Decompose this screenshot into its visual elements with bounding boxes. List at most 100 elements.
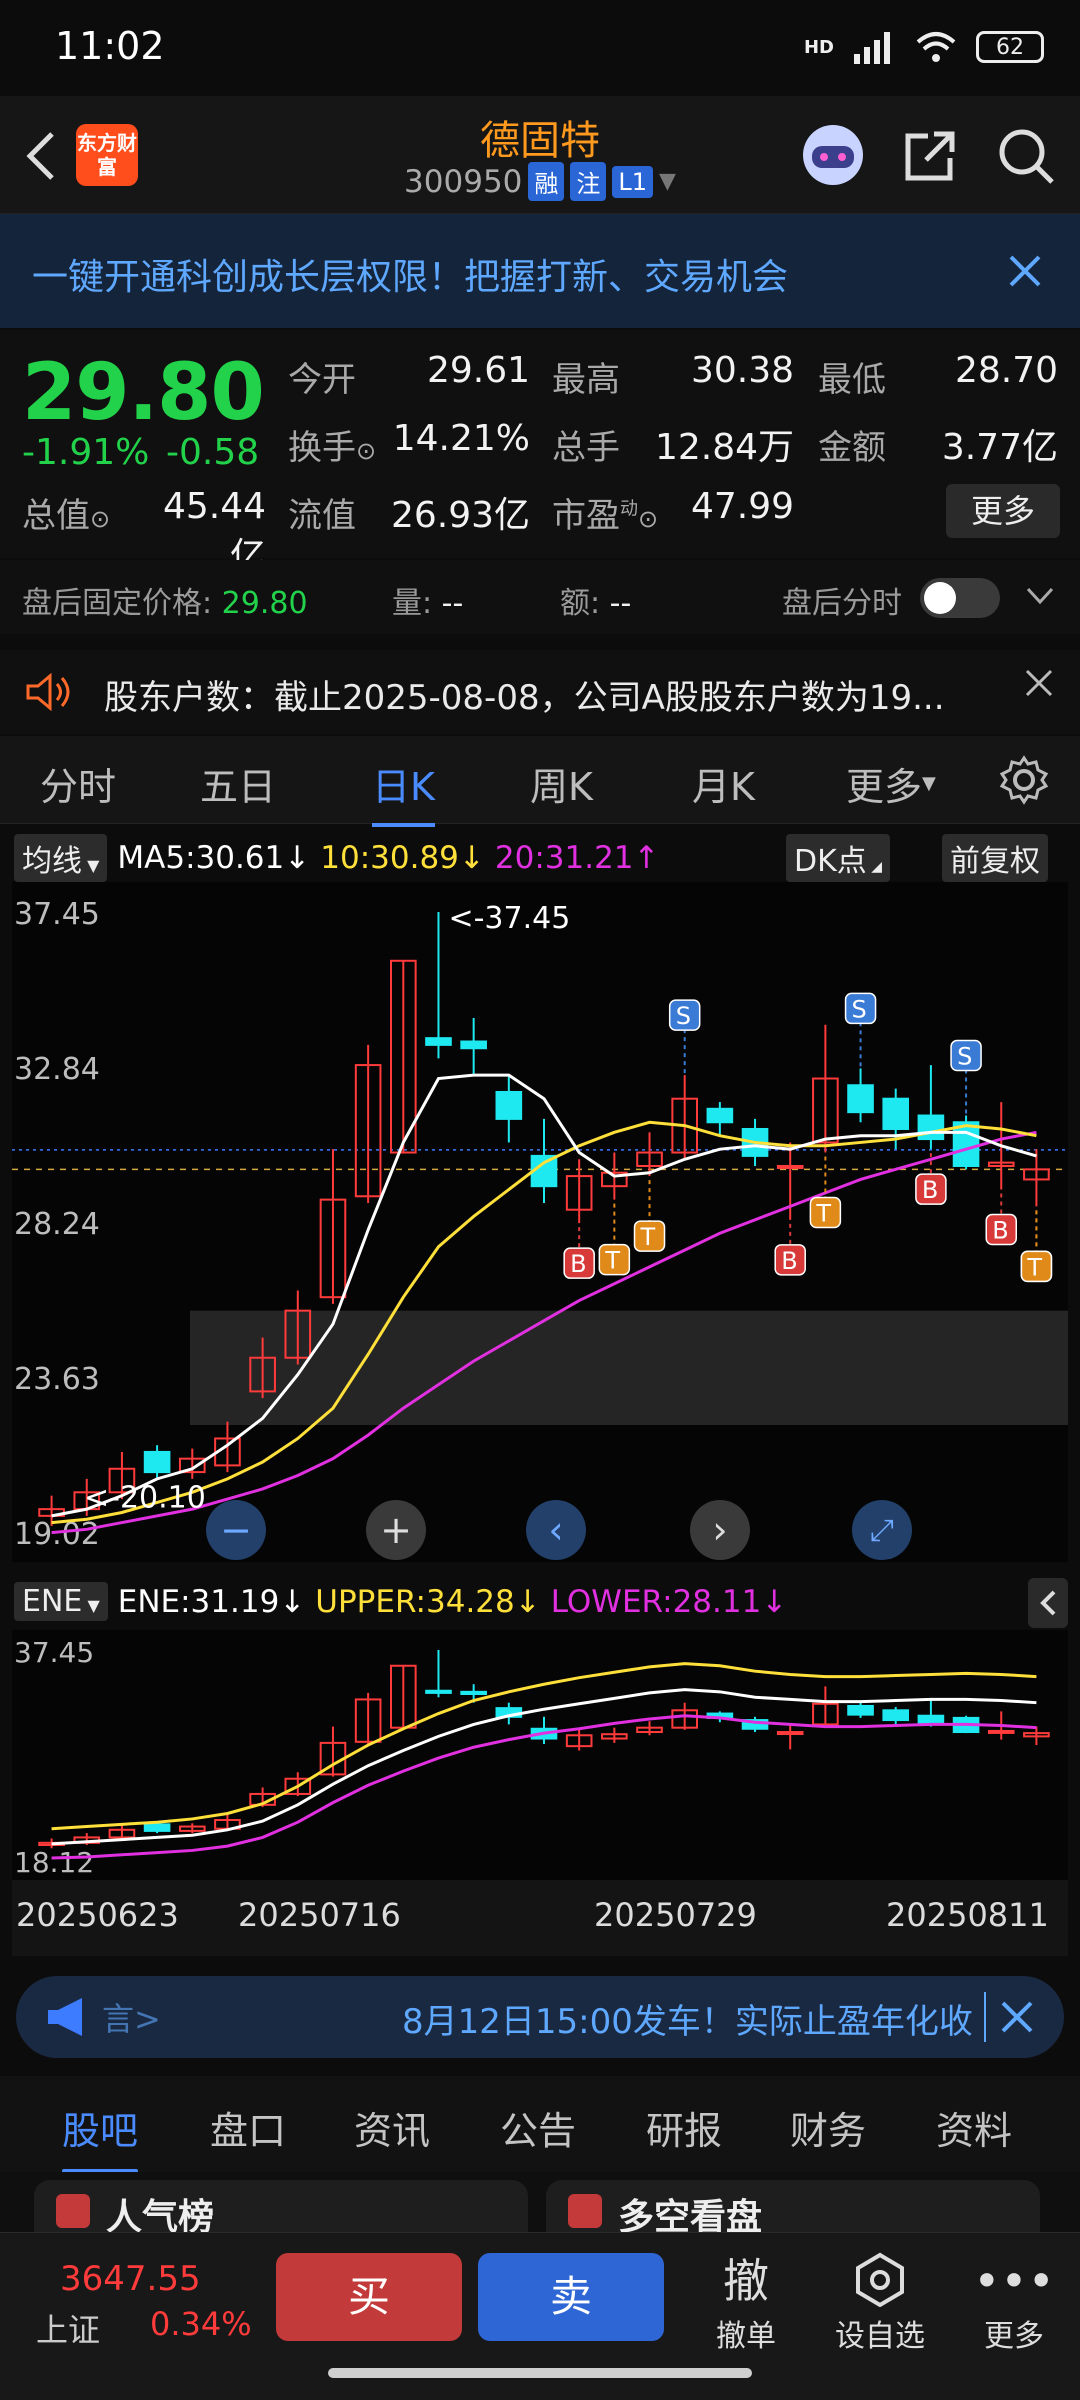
dropdown-icon: ▼: [922, 773, 936, 794]
date-axis: 20250623 20250716 20250729 20250811: [12, 1880, 1068, 1956]
candle: [776, 1164, 804, 1169]
tab-profile[interactable]: 资料: [936, 2100, 1012, 2155]
tab-five-day[interactable]: 五日: [200, 756, 276, 811]
y-axis-label: 32.84: [14, 1052, 100, 1087]
index-name: 上证: [36, 2311, 101, 2349]
y-axis-label: 28.24: [14, 1207, 100, 1242]
tab-daily-k[interactable]: 日K: [372, 756, 435, 827]
ene-candle: [917, 1714, 945, 1725]
high-label: 最高: [552, 360, 620, 400]
status-bar: 11:02 HD 62: [0, 0, 1080, 96]
promo-banner[interactable]: 一键开通科创成长层权限！把握打新、交易机会: [0, 214, 1080, 328]
margin-tag: 融: [528, 162, 565, 201]
close-icon[interactable]: [1000, 2000, 1034, 2034]
ma20-value: 20:31.21↑: [494, 840, 660, 876]
tab-research[interactable]: 研报: [646, 2100, 722, 2155]
after-hours-row: 盘后固定价格: 29.80 量: -- 额: -- 盘后分时: [0, 560, 1080, 634]
pe-label[interactable]: 市盈动⊙: [552, 488, 658, 537]
activity-promo[interactable]: 言> 8月12日15:00发车！实际止盈年化收: [16, 1976, 1064, 2058]
zoom-in-button[interactable]: +: [366, 1500, 426, 1560]
tab-announcements[interactable]: 公告: [500, 2100, 576, 2155]
y-axis-label: 18.12: [14, 1846, 94, 1879]
zoom-out-button[interactable]: −: [206, 1500, 266, 1560]
amount-value: 3.77亿: [941, 427, 1058, 468]
notice-text: 股东户数：截止2025-08-08，公司A股股东户数为19...: [104, 678, 945, 718]
watchlist-icon: [830, 2251, 930, 2311]
collapse-indicator-button[interactable]: [1028, 1578, 1068, 1628]
stock-code: 300950: [404, 163, 523, 200]
candle: [460, 1040, 487, 1050]
close-icon[interactable]: [1024, 668, 1054, 698]
change-percent: -1.91%: [22, 432, 150, 473]
ene-lower-value: LOWER:28.11↓: [550, 1583, 788, 1620]
battery-icon: 62: [976, 31, 1044, 63]
add-watchlist-button[interactable]: 设自选: [830, 2251, 930, 2355]
gear-icon[interactable]: [998, 754, 1050, 806]
after-hours-toggle[interactable]: [920, 578, 1000, 618]
buy-button[interactable]: 买: [276, 2253, 462, 2341]
fixed-price: 盘后固定价格: 29.80: [22, 586, 308, 621]
date-label: 20250716: [238, 1896, 401, 1934]
share-icon[interactable]: [900, 126, 960, 186]
speaker-icon: [26, 672, 70, 712]
tab-financials[interactable]: 财务: [790, 2100, 866, 2155]
more-button[interactable]: ••• 更多: [964, 2251, 1064, 2355]
sell-button[interactable]: 卖: [478, 2253, 664, 2341]
signal-label: S: [957, 1043, 972, 1071]
more-label: 更多: [984, 2319, 1044, 2354]
status-time: 11:02: [55, 24, 165, 68]
date-label: 20250623: [16, 1896, 179, 1934]
scroll-right-button[interactable]: ›: [690, 1500, 750, 1560]
dk-point-button[interactable]: DK点 ◢: [786, 834, 890, 882]
long-short-card[interactable]: 多空看盘: [546, 2180, 1040, 2240]
shareholder-notice[interactable]: 股东户数：截止2025-08-08，公司A股股东户数为19...: [0, 650, 1080, 734]
index-change: 0.34%: [150, 2305, 252, 2343]
ene-chart[interactable]: 37.45 18.12: [12, 1630, 1068, 1880]
kline-chart[interactable]: 37.4532.8428.2423.6319.02BTTSBTSBSBTT<-3…: [12, 882, 1068, 1562]
max-price-label: <-37.45: [448, 901, 570, 936]
robot-assistant-icon[interactable]: [800, 122, 866, 188]
search-icon[interactable]: [996, 126, 1056, 186]
info-tabs: 股吧 盘口 资讯 公告 研报 财务 资料: [0, 2076, 1080, 2173]
tab-intraday[interactable]: 分时: [40, 756, 116, 811]
tab-monthly-k[interactable]: 月K: [692, 756, 755, 811]
ma5-value: MA5:30.61↓: [117, 840, 311, 876]
amount-label: 金额: [818, 428, 886, 468]
scroll-left-button[interactable]: ‹: [526, 1500, 586, 1560]
vs-icon: [568, 2194, 602, 2228]
y-axis-label: 23.63: [14, 1362, 100, 1397]
ene-candle: [987, 1729, 1015, 1734]
fullscreen-button[interactable]: ⤢: [852, 1500, 912, 1560]
total-value-label[interactable]: 总值⊙: [22, 488, 110, 537]
adjust-button[interactable]: 前复权: [942, 834, 1048, 882]
more-quote-button[interactable]: 更多: [946, 484, 1060, 538]
close-icon[interactable]: [1008, 254, 1042, 288]
tab-more[interactable]: 更多 ▼: [846, 756, 936, 811]
popularity-card[interactable]: 人气榜: [34, 2180, 528, 2240]
open-label: 今开: [288, 360, 356, 400]
after-volume: 量: --: [392, 586, 464, 621]
y-axis-label: 37.45: [14, 897, 100, 932]
tab-forum[interactable]: 股吧: [62, 2100, 139, 2173]
chevron-down-icon: ▼: [659, 169, 676, 194]
turnover-label[interactable]: 换手⊙: [288, 420, 376, 469]
tab-orderbook[interactable]: 盘口: [210, 2100, 286, 2155]
date-label: 20250811: [886, 1896, 1049, 1934]
signal-label: T: [815, 1200, 831, 1228]
cancel-order-button[interactable]: 撤 撤单: [696, 2251, 796, 2355]
float-value: 26.93亿: [390, 495, 530, 536]
level1-tag: L1: [612, 165, 654, 198]
feature-cards: 人气榜 多空看盘: [0, 2172, 1080, 2240]
ene-selector[interactable]: ENE ▼: [14, 1582, 108, 1621]
tab-weekly-k[interactable]: 周K: [530, 756, 593, 811]
divider: [984, 1992, 986, 2042]
signal-label: T: [1026, 1253, 1042, 1281]
signal-label: B: [570, 1250, 586, 1278]
candle: [882, 1097, 910, 1130]
chevron-down-icon[interactable]: [1026, 586, 1054, 606]
tab-news[interactable]: 资讯: [354, 2100, 430, 2155]
ene-candle: [882, 1709, 910, 1722]
status-icons: HD 62: [804, 30, 1044, 64]
candle: [847, 1084, 874, 1114]
ma-selector[interactable]: 均线 ▼: [14, 834, 108, 882]
